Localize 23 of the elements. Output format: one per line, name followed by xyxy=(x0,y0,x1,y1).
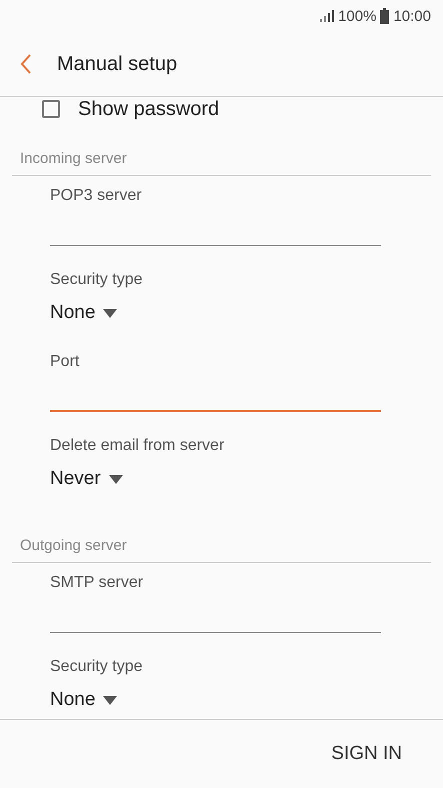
caret-icon xyxy=(108,474,123,484)
back-icon[interactable] xyxy=(20,54,32,74)
checkbox[interactable] xyxy=(42,100,60,118)
field-label: Delete email from server xyxy=(50,436,226,456)
signal-icon xyxy=(320,10,334,22)
battery-icon xyxy=(380,8,390,24)
checkbox-label: Show password xyxy=(78,98,220,120)
dropdown[interactable]: None xyxy=(50,298,118,328)
caret-icon xyxy=(103,696,118,704)
section-header: Incoming server xyxy=(12,121,431,176)
battery-percent: 100% xyxy=(338,8,376,24)
field-label: Security type xyxy=(50,270,144,290)
screen-title: Manual setup xyxy=(57,52,178,76)
clock: 10:00 xyxy=(393,8,431,24)
dropdown[interactable]: None xyxy=(50,685,118,715)
section-header: Outgoing server xyxy=(12,508,431,563)
field-label: Port xyxy=(50,352,80,372)
caret-icon xyxy=(103,308,118,318)
field-label: POP3 server xyxy=(50,186,143,206)
sign-in-button[interactable]: SIGN IN xyxy=(323,736,410,770)
field-label: Security type xyxy=(50,657,144,677)
dropdown[interactable]: Never xyxy=(50,464,123,494)
field-label: SMTP server xyxy=(50,573,144,593)
